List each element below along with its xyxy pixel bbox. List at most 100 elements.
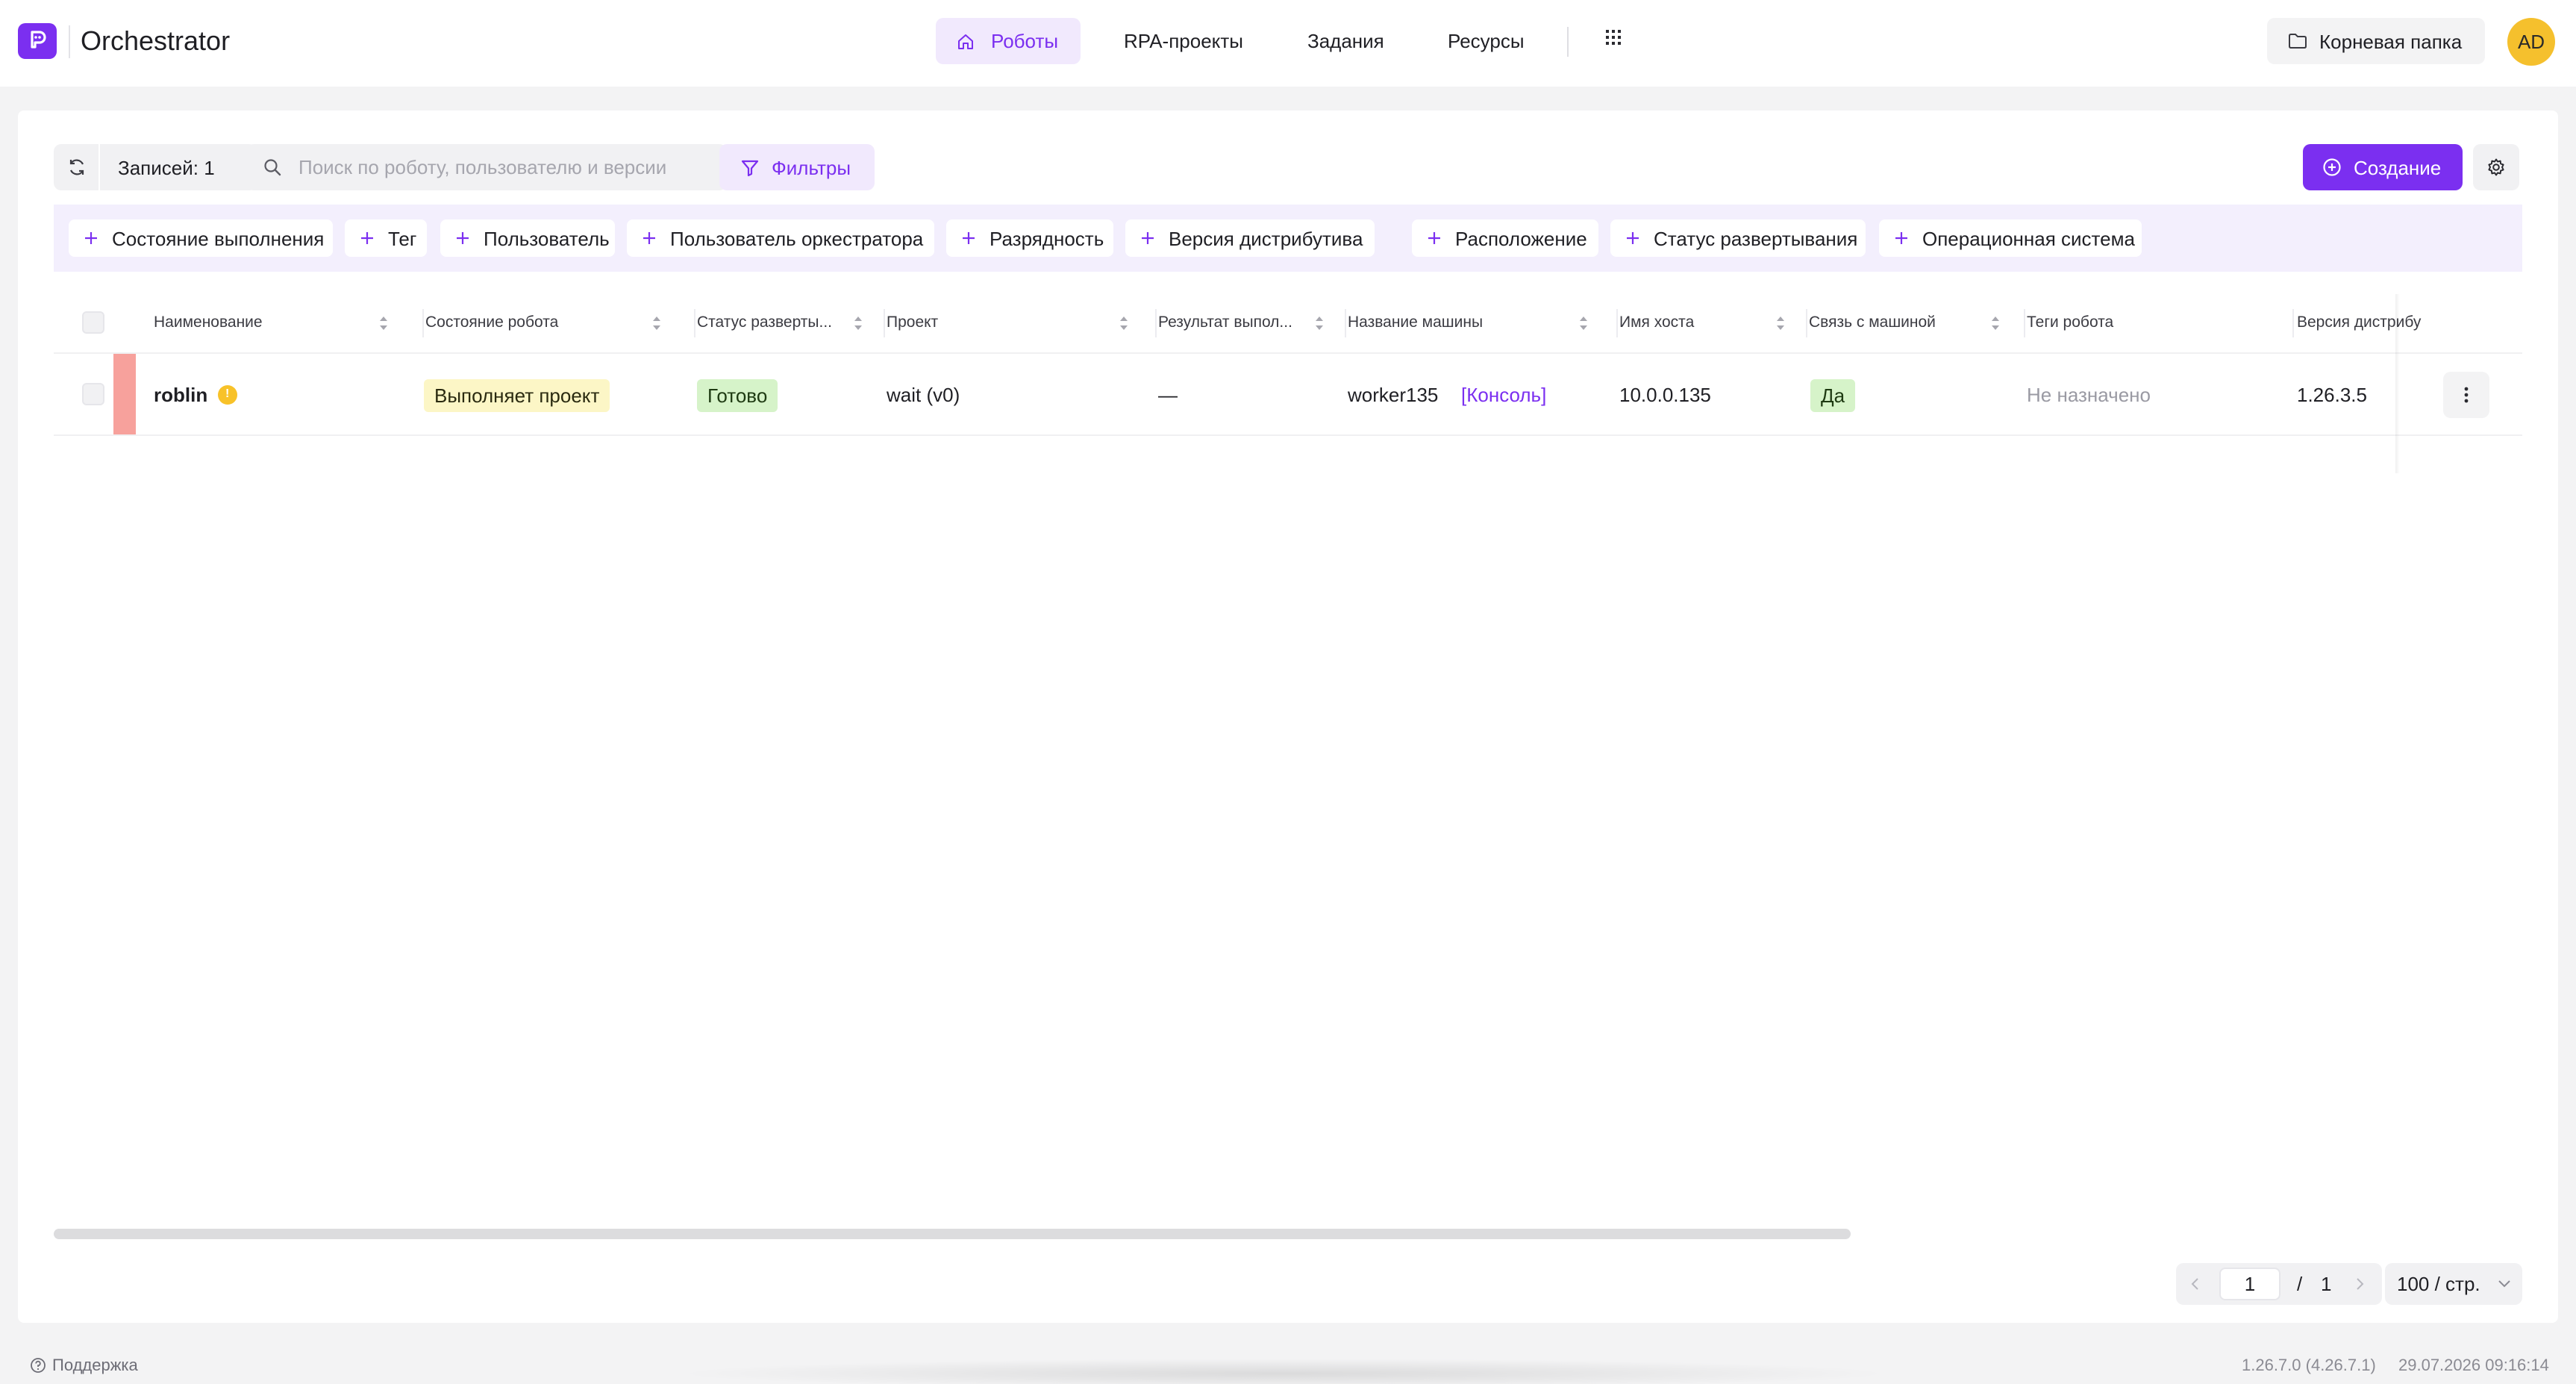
page-separator: /	[2297, 1273, 2303, 1295]
create-label: Создание	[2354, 157, 2442, 179]
page-number-input[interactable]	[2219, 1268, 2280, 1300]
console-link[interactable]: [Консоль]	[1461, 384, 1546, 407]
nav-tab-resources[interactable]: Ресурсы	[1448, 18, 1530, 64]
chevron-down-icon	[2498, 1280, 2510, 1288]
chip-execution-state[interactable]: Состояние выполнения	[69, 219, 333, 257]
refresh-divider	[99, 144, 100, 190]
user-avatar[interactable]: AD	[2507, 18, 2555, 66]
row-divider	[54, 434, 2522, 436]
distro-version-value: 1.26.3.5	[2297, 384, 2367, 406]
nav-tab-tasks-label: Задания	[1307, 30, 1384, 52]
cell-robot-tags: Не назначено	[2016, 354, 2286, 434]
chevron-right-icon[interactable]	[2352, 1277, 2367, 1291]
column-header-hostname[interactable]: Имя хоста	[1609, 293, 1798, 352]
per-page-select[interactable]: 100 / стр.	[2385, 1263, 2522, 1305]
row-status-marker	[113, 354, 136, 434]
chip-tag[interactable]: Тег	[345, 219, 427, 257]
cell-robot-state: Выполняет проект	[415, 354, 684, 434]
column-header-run-result[interactable]: Результат выпол...	[1148, 293, 1337, 352]
filters-label: Фильтры	[772, 157, 851, 179]
chip-user[interactable]: Пользователь	[440, 219, 615, 257]
search-box[interactable]	[246, 144, 727, 190]
machine-name-value: worker135	[1348, 384, 1439, 406]
horizontal-scrollbar[interactable]	[54, 1229, 1851, 1239]
run-result-value: —	[1158, 384, 1178, 406]
chip-operating-system[interactable]: Операционная система	[1879, 219, 2142, 257]
column-header-deploy-status[interactable]: Статус разверты...	[687, 293, 876, 352]
cell-machine-name: worker135 [Консоль]	[1337, 354, 1609, 434]
cell-distro-version: 1.26.3.5	[2286, 354, 2425, 434]
app-version: 1.26.7.0 (4.26.7.1)	[2242, 1356, 2376, 1374]
row-checkbox[interactable]	[82, 383, 104, 405]
sort-icon	[1992, 317, 1999, 330]
nav-tab-rpa-projects-label: RPA-проекты	[1124, 30, 1243, 52]
search-input[interactable]	[298, 144, 716, 190]
chip-location[interactable]: Расположение	[1412, 219, 1598, 257]
nav-tab-tasks[interactable]: Задания	[1307, 18, 1389, 64]
chip-deploy-status[interactable]: Статус развертывания	[1610, 219, 1866, 257]
chip-bitness[interactable]: Разрядность	[946, 219, 1113, 257]
chip-label: Разрядность	[990, 228, 1104, 250]
table-settings-button[interactable]	[2473, 144, 2519, 190]
cell-hostname: 10.0.0.135	[1609, 354, 1798, 434]
server-timestamp: 29.07.2026 09:16:14	[2398, 1356, 2549, 1374]
column-header-robot-state[interactable]: Состояние робота	[415, 293, 684, 352]
cell-run-result: —	[1148, 354, 1337, 434]
chip-label: Пользователь	[484, 228, 610, 250]
chip-distro-version[interactable]: Версия дистрибутива	[1125, 219, 1375, 257]
folder-icon	[2289, 34, 2307, 49]
chip-orchestrator-user[interactable]: Пользователь оркестратора	[627, 219, 934, 257]
plus-icon	[1142, 232, 1154, 244]
page-total: 1	[2321, 1273, 2332, 1295]
sort-icon	[653, 317, 660, 330]
footer: Поддержка 1.26.7.0 (4.26.7.1) 29.07.2026…	[0, 1342, 2576, 1384]
chip-label: Пользователь оркестратора	[670, 228, 924, 250]
top-header: Orchestrator Роботы RPA-проекты Задания …	[0, 0, 2576, 87]
column-header-distro-version[interactable]: Версия дистрибу	[2286, 293, 2425, 352]
hostname-value: 10.0.0.135	[1619, 384, 1711, 406]
plus-icon	[361, 232, 373, 244]
filter-icon	[741, 160, 759, 177]
refresh-icon[interactable]	[67, 158, 87, 177]
plus-icon	[457, 232, 469, 244]
robot-name[interactable]: roblin	[154, 384, 207, 407]
pagination: / 1	[2176, 1263, 2382, 1305]
column-header-name[interactable]: Наименование	[143, 293, 409, 352]
robot-state-badge: Выполняет проект	[424, 379, 610, 412]
plus-icon	[963, 232, 975, 244]
filters-button[interactable]: Фильтры	[719, 144, 875, 190]
column-header-robot-tags[interactable]: Теги робота	[2016, 293, 2286, 352]
root-folder-button[interactable]: Корневая папка	[2267, 18, 2485, 64]
create-button[interactable]: Создание	[2303, 144, 2463, 190]
app-logo[interactable]	[18, 23, 57, 59]
robots-card: Записей: 1 Фильтры Создание	[18, 110, 2558, 1323]
cell-machine-connection: Да	[1798, 354, 2016, 434]
support-label: Поддержка	[52, 1356, 138, 1374]
project-value: wait (v0)	[887, 384, 960, 406]
table-row[interactable]: roblin Выполняет проект Готово wait (v0)…	[54, 354, 2522, 434]
column-header-machine-name[interactable]: Название машины	[1337, 293, 1609, 352]
column-header-machine-connection[interactable]: Связь с машиной	[1798, 293, 2016, 352]
refresh-records-group: Записей: 1	[54, 144, 257, 190]
grid-icon[interactable]	[1604, 28, 1622, 46]
robot-logo-icon	[31, 31, 46, 49]
table-header: Наименование Состояние робота Статус раз…	[54, 293, 2522, 352]
home-icon	[958, 34, 973, 49]
nav-tab-rpa-projects[interactable]: RPA-проекты	[1124, 18, 1251, 64]
filter-chips-bar: Состояние выполнения Тег Пользователь По…	[54, 205, 2522, 272]
logo-divider	[69, 25, 70, 58]
warning-icon	[218, 385, 237, 405]
chevron-left-icon[interactable]	[2188, 1277, 2203, 1291]
select-all-checkbox[interactable]	[82, 311, 104, 334]
sort-icon	[1777, 317, 1784, 330]
robot-tags-value: Не назначено	[2027, 384, 2151, 406]
nav-tab-robots[interactable]: Роботы	[936, 18, 1081, 64]
column-header-project[interactable]: Проект	[876, 293, 1148, 352]
sort-icon	[1580, 317, 1587, 330]
sort-icon	[380, 317, 387, 330]
row-actions-button[interactable]	[2443, 372, 2489, 418]
app-title: Orchestrator	[81, 25, 231, 56]
footer-shadow	[672, 1359, 1895, 1384]
root-folder-label: Корневая папка	[2319, 31, 2463, 53]
sort-icon	[1120, 317, 1128, 330]
